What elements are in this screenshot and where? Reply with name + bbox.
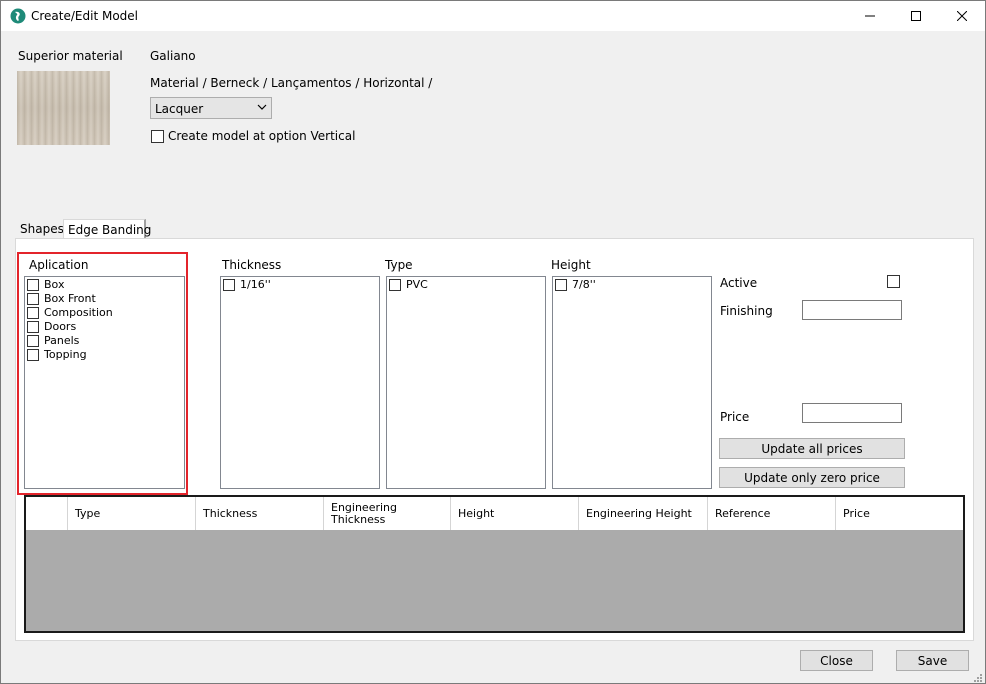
thickness-label: Thickness (222, 258, 282, 272)
tab-edge-banding[interactable]: Edge Banding (63, 219, 151, 239)
grid-column-height[interactable]: Height (451, 497, 579, 530)
close-button-label: Close (820, 653, 853, 668)
height-list[interactable]: 7/8'' (552, 276, 712, 489)
save-button-label: Save (917, 653, 948, 668)
thickness-list[interactable]: 1/16'' (220, 276, 380, 489)
column-label: Reference (715, 506, 771, 520)
superior-material-label: Superior material (18, 49, 123, 63)
tab-shapes-label: Shapes (20, 222, 64, 236)
thickness-1-16-checkbox[interactable] (223, 279, 235, 291)
update-zero-price-button[interactable]: Update only zero price (719, 467, 905, 488)
column-label: Type (75, 506, 101, 520)
window-title: Create/Edit Model (31, 9, 138, 23)
type-pvc-checkbox[interactable] (389, 279, 401, 291)
tab-edge-banding-label: Edge Banding (68, 223, 152, 237)
type-label: Type (385, 258, 413, 272)
update-all-prices-button[interactable]: Update all prices (719, 438, 905, 459)
minimize-button[interactable] (847, 1, 893, 31)
height-7-8-checkbox[interactable] (555, 279, 567, 291)
tab-shapes[interactable]: Shapes (16, 219, 64, 239)
active-checkbox[interactable] (887, 275, 900, 288)
minimize-icon (865, 15, 875, 17)
update-zero-price-label: Update only zero price (744, 470, 880, 485)
active-label: Active (720, 276, 758, 290)
grid-column-type[interactable]: Type (68, 497, 196, 530)
material-path: Material / Berneck / Lançamentos / Horiz… (150, 76, 433, 90)
height-label: Height (551, 258, 591, 272)
chevron-down-icon (257, 104, 267, 110)
finish-select-value: Lacquer (155, 102, 204, 116)
edge-banding-grid[interactable]: Type Thickness Engineering Thickness Hei… (24, 495, 965, 633)
create-edit-model-window: Create/Edit Model Superior material Gali… (0, 0, 986, 684)
update-all-prices-label: Update all prices (761, 441, 863, 456)
list-item[interactable]: 7/8'' (553, 278, 711, 292)
close-icon (957, 11, 967, 21)
list-item-label: 1/16'' (240, 278, 271, 291)
close-window-button[interactable] (939, 1, 985, 31)
price-input[interactable] (802, 403, 902, 423)
type-list[interactable]: PVC (386, 276, 546, 489)
finishing-input[interactable] (802, 300, 902, 320)
list-item-label: 7/8'' (572, 278, 596, 291)
material-swatch-image (17, 71, 110, 145)
maximize-button[interactable] (893, 1, 939, 31)
list-item[interactable]: PVC (387, 278, 545, 292)
material-name: Galiano (150, 49, 196, 63)
vertical-option-label: Create model at option Vertical (168, 129, 356, 143)
finishing-label: Finishing (720, 304, 773, 318)
app-logo-icon (10, 8, 26, 24)
save-button[interactable]: Save (896, 650, 969, 671)
grid-column-engineering-thickness[interactable]: Engineering Thickness (324, 497, 451, 530)
finish-select[interactable]: Lacquer (150, 97, 272, 119)
column-label: Engineering Thickness (331, 500, 397, 526)
price-label: Price (720, 410, 750, 424)
maximize-icon (911, 11, 921, 21)
list-item[interactable]: 1/16'' (221, 278, 379, 292)
title-bar[interactable]: Create/Edit Model (1, 1, 985, 31)
grid-column-engineering-height[interactable]: Engineering Height (579, 497, 708, 530)
vertical-option-checkbox[interactable] (151, 130, 164, 143)
grid-row-header-corner (26, 497, 68, 530)
column-label: Height (458, 506, 495, 520)
resize-grip-icon[interactable] (971, 671, 983, 683)
list-item-label: PVC (406, 278, 428, 291)
grid-column-price[interactable]: Price (836, 497, 963, 530)
column-label: Thickness (203, 506, 258, 520)
aplication-highlight-frame (17, 252, 188, 495)
grid-column-thickness[interactable]: Thickness (196, 497, 324, 530)
column-label: Price (843, 506, 870, 520)
close-button[interactable]: Close (800, 650, 873, 671)
grid-header: Type Thickness Engineering Thickness Hei… (26, 497, 963, 530)
grid-column-reference[interactable]: Reference (708, 497, 836, 530)
column-label: Engineering Height (586, 506, 692, 520)
